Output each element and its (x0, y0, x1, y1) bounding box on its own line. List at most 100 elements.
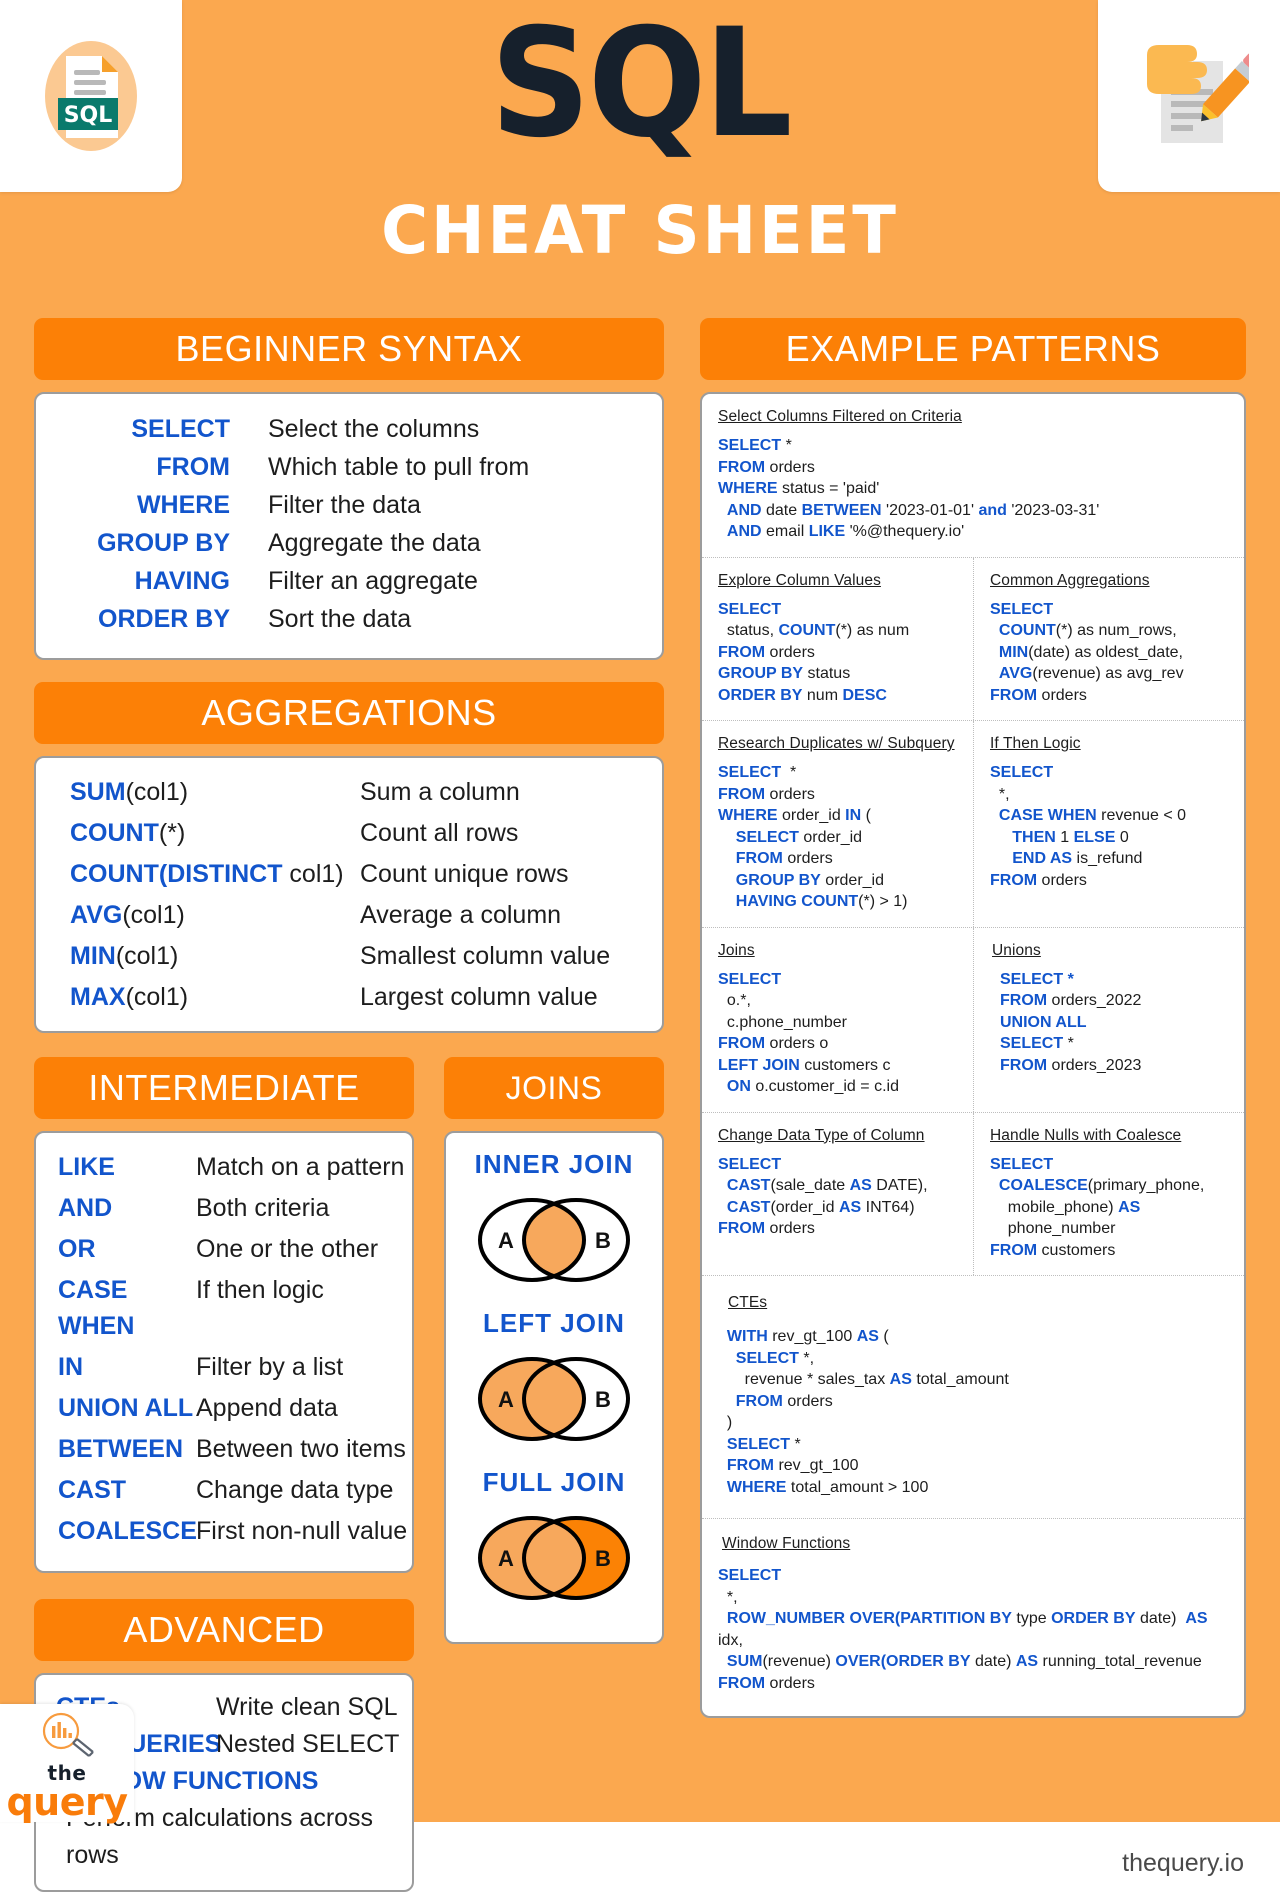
venn-label-b: B (595, 1387, 611, 1412)
intermediate-keyword: CAST (58, 1476, 127, 1504)
intermediate-desc: One or the other (196, 1235, 379, 1263)
example-code: SELECT *, ROW_NUMBER OVER(PARTITION BY t… (718, 1567, 1208, 1692)
intermediate-desc: Filter by a list (196, 1353, 344, 1381)
brand-logo-line2: query (6, 1779, 128, 1824)
example-title: Research Duplicates w/ Subquery (718, 735, 955, 752)
beginner-keyword: SELECT (131, 415, 230, 443)
venn-label-b: B (595, 1228, 611, 1253)
beginner-keyword: GROUP BY (97, 529, 230, 557)
example-patterns-card: Select Columns Filtered on Criteria SELE… (700, 392, 1246, 1718)
example-title: CTEs (728, 1294, 768, 1311)
intermediate-desc: Match on a pattern (196, 1153, 405, 1181)
table-row: LIKE Match on a pattern (58, 1149, 412, 1185)
advanced-desc: Nested SELECT (216, 1730, 400, 1758)
example-row: Joins SELECT o.*, c.phone_number FROM or… (702, 926, 1244, 1112)
join-diagram-full: FULL JOIN A B (446, 1467, 662, 1612)
intermediate-keyword: AND (58, 1194, 113, 1222)
venn-diagram-inner-join: A B (478, 1198, 630, 1282)
agg-fn: COUNT(DISTINCT (70, 860, 283, 888)
example-title: Unions (992, 941, 1041, 959)
table-row: COALESCE First non-null value (58, 1513, 412, 1549)
example-title: Joins (718, 941, 755, 959)
brand-logo-badge: the query (0, 1704, 134, 1822)
right-column: EXAMPLE PATTERNS Select Columns Filtered… (700, 318, 1246, 1718)
venn-diagram-full-join: A B (478, 1516, 630, 1600)
example-title: If Then Logic (990, 735, 1081, 752)
intermediate-keyword: BETWEEN (58, 1435, 183, 1463)
example-code: SELECT o.*, c.phone_number FROM orders o… (718, 970, 899, 1096)
table-row: WHERE Filter the data (36, 488, 662, 522)
example-block-change-data-type: Change Data Type of Column SELECT CAST(s… (702, 1113, 973, 1276)
beginner-desc: Aggregate the data (268, 529, 481, 557)
table-row: AVG(col1) Average a column (70, 899, 662, 931)
example-block-ctes: CTEs WITH rev_gt_100 AS ( SELECT *, reve… (702, 1275, 1244, 1518)
table-row: SELECT Select the columns (36, 412, 662, 446)
intermediate-keyword: OR (58, 1235, 96, 1263)
intermediate-keyword: IN (58, 1353, 83, 1381)
example-block-research-duplicates: Research Duplicates w/ Subquery SELECT *… (702, 721, 973, 927)
join-label: INNER JOIN (474, 1149, 634, 1179)
example-title: Common Aggregations (990, 571, 1150, 589)
intermediate-keyword: CASE WHEN (58, 1276, 135, 1340)
example-block-explore-column-values: Explore Column Values SELECT status, COU… (702, 558, 973, 721)
join-diagram-inner: INNER JOIN A B (446, 1149, 662, 1294)
agg-arg: (col1) (122, 901, 185, 929)
example-row: Change Data Type of Column SELECT CAST(s… (702, 1111, 1244, 1276)
brand-logo: the query (6, 1706, 128, 1824)
venn-diagram-left-join: A B (478, 1357, 630, 1441)
example-code: SELECT status, COUNT(*) as num FROM orde… (718, 600, 910, 704)
venn-label-a: A (498, 1228, 514, 1253)
table-row: MAX(col1) Largest column value (70, 981, 662, 1013)
table-row: OR One or the other (58, 1231, 412, 1267)
intermediate-desc: If then logic (196, 1276, 324, 1304)
example-title: Explore Column Values (718, 571, 881, 589)
section-header-advanced: ADVANCED (34, 1599, 414, 1661)
example-row: Research Duplicates w/ Subquery SELECT *… (702, 720, 1244, 927)
example-code: SELECT * FROM orders WHERE status = 'pai… (718, 437, 1100, 540)
example-block-handle-nulls: Handle Nulls with Coalesce SELECT COALES… (973, 1112, 1244, 1275)
join-label: LEFT JOIN (483, 1308, 625, 1338)
agg-fn: COUNT (70, 819, 159, 847)
intermediate-desc: Change data type (196, 1476, 394, 1504)
beginner-keyword: ORDER BY (98, 605, 230, 633)
agg-arg: (col1) (125, 778, 189, 806)
agg-arg: (col1) (115, 942, 179, 970)
beginner-desc: Which table to pull from (268, 453, 530, 481)
example-block-common-aggregations: Common Aggregations SELECT COUNT(*) as n… (973, 557, 1244, 720)
beginner-keyword: HAVING (134, 567, 230, 595)
table-row: BETWEEN Between two items (58, 1431, 412, 1467)
beginner-desc: Filter an aggregate (268, 567, 478, 595)
intermediate-card: LIKE Match on a pattern AND Both criteri… (34, 1131, 414, 1573)
table-row: UNION ALL Append data (58, 1390, 412, 1426)
table-row: CASE WHEN If then logic (58, 1272, 412, 1344)
venn-label-b: B (595, 1546, 611, 1571)
example-title: Handle Nulls with Coalesce (990, 1126, 1182, 1144)
example-title: Change Data Type of Column (718, 1126, 925, 1144)
table-row: MIN(col1) Smallest column value (70, 940, 662, 972)
join-label: FULL JOIN (482, 1467, 626, 1497)
beginner-keyword: WHERE (136, 491, 230, 519)
agg-fn: AVG (70, 901, 123, 929)
example-block-unions: Unions SELECT * FROM orders_2022 UNION A… (973, 927, 1244, 1112)
table-row: AND Both criteria (58, 1190, 412, 1226)
aggregations-card: SUM(col1) Sum a column COUNT(*) Count al… (34, 756, 664, 1033)
example-title: Window Functions (722, 1535, 851, 1552)
example-block-select-filtered: Select Columns Filtered on Criteria SELE… (702, 394, 1244, 557)
table-row: ORDER BY Sort the data (36, 602, 662, 636)
section-header-beginner-syntax: BEGINNER SYNTAX (34, 318, 664, 380)
example-code: SELECT * FROM orders WHERE order_id IN (… (718, 764, 908, 910)
beginner-desc: Select the columns (268, 415, 480, 443)
table-row: SUM(col1) Sum a column (70, 776, 662, 808)
example-code: SELECT * FROM orders_2022 UNION ALL SELE… (1000, 970, 1142, 1074)
section-header-joins: JOINS (444, 1057, 664, 1119)
beginner-desc: Sort the data (268, 605, 412, 633)
section-header-example-patterns: EXAMPLE PATTERNS (700, 318, 1246, 380)
example-title: Select Columns Filtered on Criteria (718, 408, 962, 425)
intermediate-keyword: LIKE (58, 1153, 115, 1181)
agg-arg: (*) (158, 819, 186, 847)
table-row: HAVING Filter an aggregate (36, 564, 662, 598)
left-column: BEGINNER SYNTAX SELECT Select the column… (34, 318, 664, 1892)
agg-arg: (col1) (125, 983, 189, 1011)
table-row: GROUP BY Aggregate the data (36, 526, 662, 560)
agg-desc: Smallest column value (360, 942, 611, 970)
